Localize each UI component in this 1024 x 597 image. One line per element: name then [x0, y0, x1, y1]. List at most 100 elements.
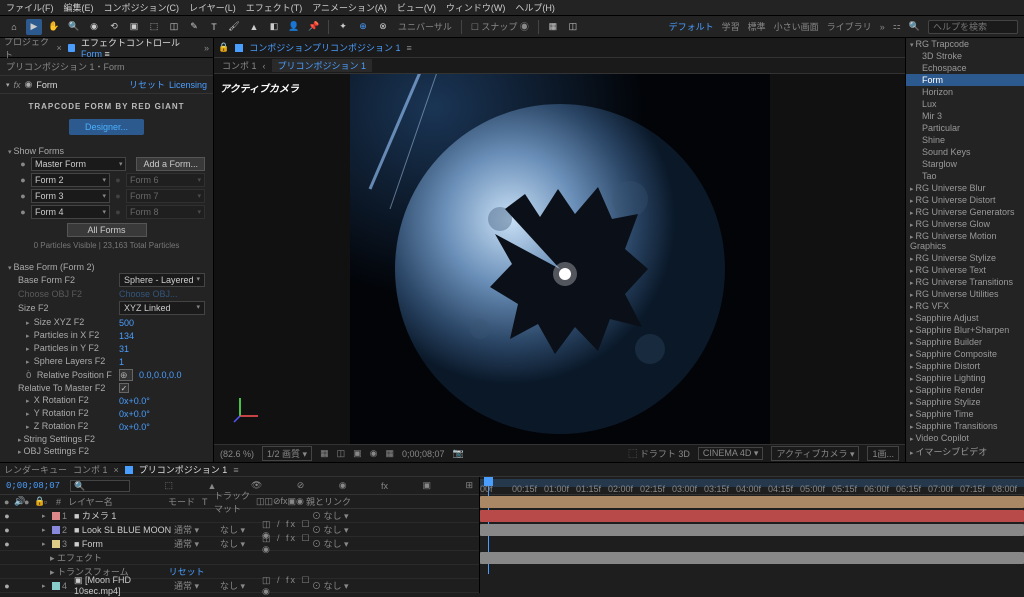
position-box[interactable]: ⊕	[119, 369, 133, 381]
relative-master-checkbox[interactable]: ✓	[119, 383, 129, 393]
timecode-display[interactable]: 0;00;08;07	[402, 449, 445, 459]
prop-label[interactable]: Y Rotation F2	[18, 408, 113, 419]
effect-category[interactable]: Sapphire Adjust	[906, 312, 1024, 324]
shape-tool-icon[interactable]: ◫	[166, 19, 182, 35]
orbit-tool-icon[interactable]: ◉	[86, 19, 102, 35]
effect-category[interactable]: Video Copilot	[906, 432, 1024, 444]
pen-tool-icon[interactable]: ✎	[186, 19, 202, 35]
zoom-level[interactable]: (82.6 %)	[220, 449, 254, 459]
layer-name-header[interactable]: レイヤー名	[66, 495, 166, 508]
axis-icon[interactable]: ✦	[335, 19, 351, 35]
draft3d-toggle[interactable]: ⬚ ドラフト 3D	[628, 447, 690, 460]
layer-bar[interactable]	[480, 524, 1024, 536]
world-axis-icon[interactable]: ⊗	[375, 19, 391, 35]
timeline-graph[interactable]: 00f00:15f01:00f01:15f02:00f02:15f03:00f0…	[480, 477, 1024, 593]
home-icon[interactable]: ⌂	[6, 19, 22, 35]
effect-controls-tab[interactable]: エフェクトコントロール Form ≡	[81, 38, 198, 59]
effect-item[interactable]: Lux	[906, 98, 1024, 110]
base-form-header[interactable]: Base Form (Form 2)	[8, 262, 205, 272]
effect-category[interactable]: RG Universe Glow	[906, 218, 1024, 230]
z-rotation-value[interactable]: 0x+0.0°	[119, 422, 150, 432]
layer-property-row[interactable]: ▸ トランスフォームリセット	[0, 565, 479, 579]
workspace-learn[interactable]: 学習	[722, 20, 740, 33]
layer-bar[interactable]	[480, 510, 1024, 522]
timeline-icon[interactable]: fx	[381, 481, 388, 491]
particles-y-value[interactable]: 31	[119, 344, 129, 354]
choose-obj-button[interactable]: Choose OBJ...	[119, 289, 178, 299]
effect-item[interactable]: 3D Stroke	[906, 50, 1024, 62]
zoom-tool-icon[interactable]: 🔍	[66, 19, 82, 35]
effect-item[interactable]: Sound Keys	[906, 146, 1024, 158]
licensing-button[interactable]: Licensing	[169, 80, 207, 90]
prop-label[interactable]: Relative Position F	[18, 370, 113, 381]
layer-bar[interactable]	[480, 552, 1024, 564]
prop-label[interactable]: Sphere Layers F2	[18, 356, 113, 367]
effect-item[interactable]: Mir 3	[906, 110, 1024, 122]
size-select[interactable]: XYZ Linked▾	[119, 301, 205, 315]
effect-category[interactable]: RG Universe Generators	[906, 206, 1024, 218]
precomp-tab[interactable]: プリコンポジション 1	[139, 463, 228, 476]
effect-item[interactable]: Horizon	[906, 86, 1024, 98]
workspace-default[interactable]: デフォルト	[669, 20, 714, 33]
size-xyz-value[interactable]: 500	[119, 318, 134, 328]
effect-item[interactable]: Echospace	[906, 62, 1024, 74]
effect-category[interactable]: Sapphire Stylize	[906, 396, 1024, 408]
eraser-tool-icon[interactable]: ◧	[266, 19, 282, 35]
timeline-layer-row[interactable]: ● ▸3 ■ Form 通常 ▾なし ▾ ◫ / fx ☐ ◉ ⊙ なし ▾	[0, 537, 479, 551]
clone-tool-icon[interactable]: ▲	[246, 19, 262, 35]
menu-help[interactable]: ヘルプ(H)	[515, 1, 555, 14]
base-form-select[interactable]: Sphere - Layered▾	[119, 273, 205, 287]
form-2-select[interactable]: Form 2▾	[31, 173, 110, 187]
form-visibility-icon[interactable]: ●	[113, 175, 123, 185]
workspace-small[interactable]: 小さい画面	[774, 20, 819, 33]
composition-tab[interactable]: コンポジションプリコンポジション 1	[249, 41, 400, 54]
menu-window[interactable]: ウィンドウ(W)	[446, 1, 506, 14]
reset-button[interactable]: リセット	[129, 78, 165, 91]
effect-category[interactable]: Sapphire Composite	[906, 348, 1024, 360]
trapcode-group[interactable]: RG Trapcode	[906, 38, 1024, 50]
effect-item[interactable]: Particular	[906, 122, 1024, 134]
current-time[interactable]: 0;00;08;07	[6, 481, 60, 491]
renderer-select[interactable]: CINEMA 4D ▾	[698, 447, 764, 460]
render-queue-tab[interactable]: レンダーキュー	[4, 463, 67, 476]
effect-item[interactable]: Starglow	[906, 158, 1024, 170]
layer-property-row[interactable]: ▸ エフェクト	[0, 551, 479, 565]
form-visibility-icon[interactable]: ●	[18, 191, 28, 201]
sphere-layers-value[interactable]: 1	[119, 357, 124, 367]
timeline-icon[interactable]: ◉	[339, 480, 347, 491]
layer-visibility-icon[interactable]: ●	[2, 539, 12, 549]
effect-category[interactable]: Sapphire Time	[906, 408, 1024, 420]
effect-category[interactable]: RG Universe Stylize	[906, 252, 1024, 264]
camera-tool-icon[interactable]: ▣	[126, 19, 142, 35]
obj-settings-header[interactable]: OBJ Settings F2	[18, 446, 113, 456]
add-form-button[interactable]: Add a Form...	[136, 157, 205, 171]
fill-icon[interactable]: ▦	[545, 19, 561, 35]
menu-animation[interactable]: アニメーション(A)	[312, 1, 387, 14]
layer-visibility-icon[interactable]: ●	[2, 525, 12, 535]
edit-workspace-icon[interactable]: ⚏	[893, 21, 901, 32]
timeline-icon[interactable]: ⊘	[297, 480, 305, 491]
menu-layer[interactable]: レイヤー(L)	[189, 1, 236, 14]
pan-behind-tool-icon[interactable]: ⬚	[146, 19, 162, 35]
layer-bar[interactable]	[480, 496, 1024, 508]
effect-category[interactable]: RG VFX	[906, 300, 1024, 312]
effect-category[interactable]: イマーシブビデオ	[906, 444, 1024, 459]
form-visibility-icon[interactable]: ●	[18, 175, 28, 185]
timeline-icon[interactable]: ⬚	[164, 480, 173, 491]
effect-category[interactable]: RG Universe Transitions	[906, 276, 1024, 288]
composition-viewer[interactable]: アクティブカメラ	[214, 74, 905, 444]
menu-view[interactable]: ビュー(V)	[397, 1, 436, 14]
form-visibility-icon[interactable]: ●	[113, 191, 123, 201]
effect-category[interactable]: RG Universe Distort	[906, 194, 1024, 206]
particles-x-value[interactable]: 134	[119, 331, 134, 341]
view-layout-select[interactable]: 1画...	[867, 446, 899, 461]
parent-header[interactable]: 親とリンク	[304, 495, 353, 508]
snap-label[interactable]: ☐ スナップ ◉	[471, 20, 529, 33]
string-settings-header[interactable]: String Settings F2	[18, 434, 113, 444]
stroke-icon[interactable]: ◫	[565, 19, 581, 35]
effect-category[interactable]: RG Universe Text	[906, 264, 1024, 276]
form-6-select[interactable]: Form 6▾	[126, 173, 205, 187]
timeline-icon[interactable]: ▣	[422, 480, 431, 491]
rotate-tool-icon[interactable]: ⟲	[106, 19, 122, 35]
effect-category[interactable]: Sapphire Distort	[906, 360, 1024, 372]
